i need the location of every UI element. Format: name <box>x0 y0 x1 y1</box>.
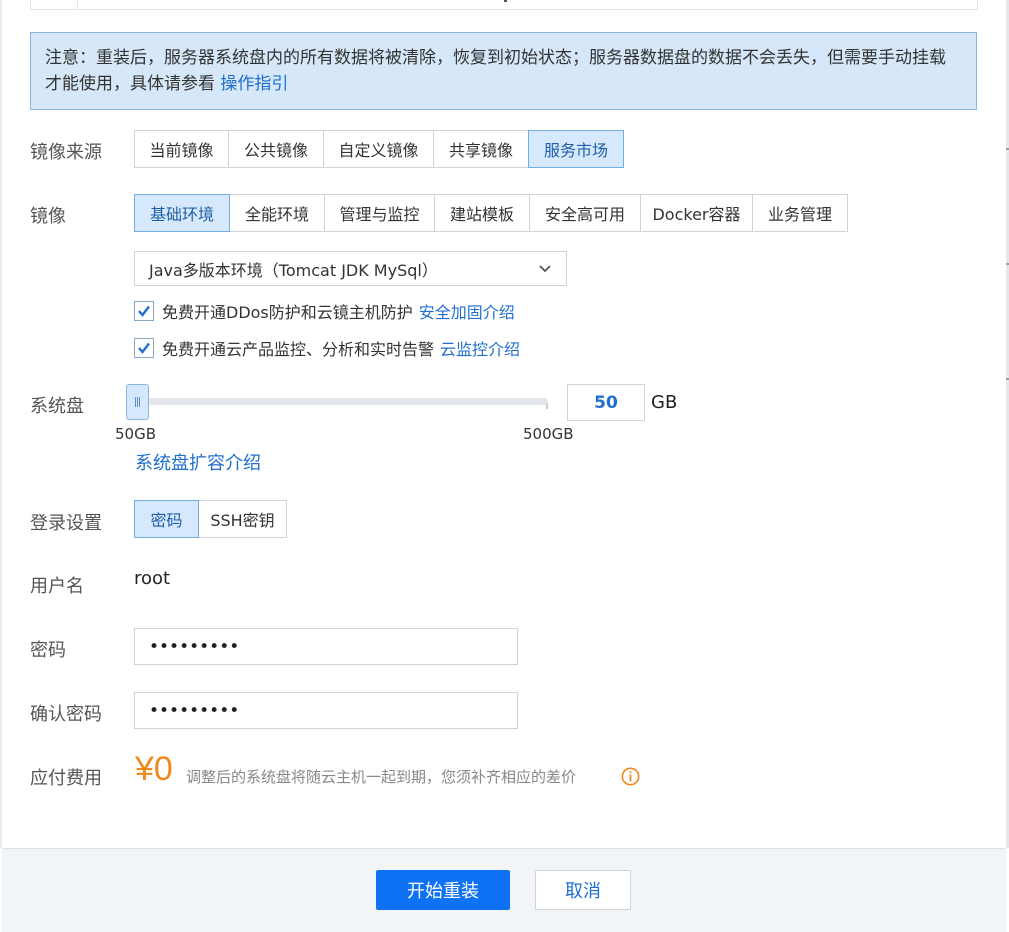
dialog-left-edge <box>0 0 2 848</box>
reinstall-dialog: 注意：重装后，服务器系统盘内的所有数据将被清除，恢复到初始状态；服务器数据盘的数… <box>0 0 1009 932</box>
tab-password[interactable]: 密码 <box>134 500 199 538</box>
password-label: 密码 <box>30 640 66 661</box>
tab-management-monitoring[interactable]: 管理与监控 <box>324 194 435 232</box>
tab-ssh-key[interactable]: SSH密钥 <box>198 500 287 538</box>
disk-size-slider-handle[interactable] <box>126 384 149 420</box>
monitor-checkbox[interactable] <box>134 338 154 358</box>
operation-guide-link[interactable]: 操作指引 <box>220 74 288 94</box>
slider-min-label: 50GB <box>115 425 157 443</box>
system-disk-label: 系统盘 <box>30 396 84 417</box>
check-icon <box>138 305 150 317</box>
username-label: 用户名 <box>30 576 84 597</box>
login-settings-label: 登录设置 <box>30 513 102 534</box>
ddos-checkbox[interactable] <box>134 301 154 321</box>
tab-business-management[interactable]: 业务管理 <box>752 194 848 232</box>
tab-current-image[interactable]: 当前镜像 <box>134 130 229 168</box>
image-source-tabs: 当前镜像 公共镜像 自定义镜像 共享镜像 服务市场 <box>134 130 624 168</box>
monitor-option-text: 免费开通云产品监控、分析和实时告警 <box>162 340 435 359</box>
fee-label: 应付费用 <box>30 768 102 789</box>
confirm-password-input[interactable]: ••••••••• <box>134 692 518 729</box>
image-select-value: Java多版本环境（Tomcat JDK MySql） <box>149 260 438 280</box>
disk-size-input[interactable]: 50 <box>567 384 645 421</box>
notice-text: 注意：重装后，服务器系统盘内的所有数据将被清除，恢复到初始状态；服务器数据盘的数… <box>45 48 946 94</box>
tab-shared-image[interactable]: 共享镜像 <box>433 130 529 168</box>
image-label: 镜像 <box>30 206 66 227</box>
disk-expand-link[interactable]: 系统盘扩容介绍 <box>135 449 261 475</box>
cloud-monitor-link[interactable]: 云监控介绍 <box>440 336 520 360</box>
previous-field <box>30 0 978 10</box>
tab-custom-image[interactable]: 自定义镜像 <box>323 130 434 168</box>
image-source-label: 镜像来源 <box>30 142 102 163</box>
username-value: root <box>134 568 171 589</box>
tab-docker[interactable]: Docker容器 <box>640 194 753 232</box>
disk-size-slider-track[interactable] <box>137 398 548 405</box>
image-category-tabs: 基础环境 全能环境 管理与监控 建站模板 安全高可用 Docker容器 业务管理 <box>134 194 848 232</box>
security-hardening-link[interactable]: 安全加固介绍 <box>419 299 515 323</box>
ddos-option-text: 免费开通DDos防护和云镜主机防护 <box>162 303 413 322</box>
tab-basic-env[interactable]: 基础环境 <box>134 194 230 232</box>
monitor-option: 免费开通云产品监控、分析和实时告警 云监控介绍 <box>134 336 520 360</box>
slider-max-label: 500GB <box>523 425 574 443</box>
confirm-password-label: 确认密码 <box>30 704 102 725</box>
tab-high-availability[interactable]: 安全高可用 <box>529 194 641 232</box>
slider-end-marker <box>546 403 548 409</box>
password-input[interactable]: ••••••••• <box>134 628 518 665</box>
cancel-button[interactable]: 取消 <box>535 870 631 910</box>
fee-amount: ¥0 <box>135 750 173 788</box>
image-select[interactable]: Java多版本环境（Tomcat JDK MySql） <box>134 251 567 286</box>
tab-marketplace[interactable]: 服务市场 <box>528 130 624 168</box>
chevron-down-icon <box>539 265 551 273</box>
reinstall-warning-notice: 注意：重装后，服务器系统盘内的所有数据将被清除，恢复到初始状态；服务器数据盘的数… <box>30 32 977 110</box>
login-method-tabs: 密码 SSH密钥 <box>134 500 287 538</box>
tab-full-env[interactable]: 全能环境 <box>229 194 325 232</box>
tab-public-image[interactable]: 公共镜像 <box>228 130 324 168</box>
check-icon <box>138 342 150 354</box>
info-icon[interactable] <box>621 767 640 786</box>
start-reinstall-button[interactable]: 开始重装 <box>376 870 510 910</box>
ddos-option: 免费开通DDos防护和云镜主机防护 安全加固介绍 <box>134 299 515 323</box>
tab-site-template[interactable]: 建站模板 <box>434 194 530 232</box>
fee-note: 调整后的系统盘将随云主机一起到期，您须补齐相应的差价 <box>186 768 577 786</box>
disk-size-unit: GB <box>651 392 678 413</box>
